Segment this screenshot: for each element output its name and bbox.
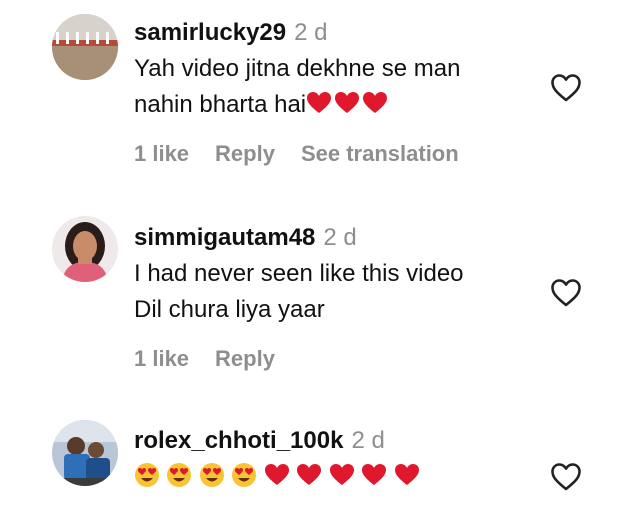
like-heart-icon[interactable] (550, 462, 582, 492)
red-heart-emoji (306, 90, 332, 116)
comment-line: nahin bharta hai (134, 87, 554, 123)
avatar[interactable] (52, 420, 118, 486)
reply-button[interactable]: Reply (215, 141, 275, 166)
timestamp: 2 d (351, 427, 385, 454)
username[interactable]: rolex_chhoti_100k (134, 427, 343, 454)
comment-text: I had never seen like this video Dil chu… (134, 256, 554, 328)
comment-line: I had never seen like this video (134, 260, 464, 287)
comment-text: Yah video jitna dekhne se man nahin bhar… (134, 51, 554, 123)
red-heart-emoji (361, 462, 387, 488)
heart-eyes-emoji (231, 462, 257, 488)
comment-emoji-text (134, 462, 554, 498)
like-count[interactable]: 1 like (134, 141, 189, 166)
like-heart-icon[interactable] (550, 278, 582, 308)
like-count[interactable]: 1 like (134, 346, 189, 371)
comment-line: Yah video jitna dekhne se man (134, 55, 461, 82)
timestamp: 2 d (294, 19, 328, 46)
reply-button[interactable]: Reply (215, 346, 275, 371)
avatar[interactable] (52, 14, 118, 80)
timestamp: 2 d (323, 224, 357, 251)
red-heart-emoji (329, 462, 355, 488)
avatar[interactable] (52, 216, 118, 282)
comment-line: Dil chura liya yaar (134, 296, 325, 323)
red-heart-emoji (264, 462, 290, 488)
red-heart-emoji (334, 90, 360, 116)
heart-eyes-emoji (134, 462, 160, 488)
red-heart-emoji (362, 90, 388, 116)
red-heart-emoji (296, 462, 322, 488)
like-heart-icon[interactable] (550, 73, 582, 103)
heart-eyes-emoji (199, 462, 225, 488)
username[interactable]: samirlucky29 (134, 19, 286, 46)
see-translation-button[interactable]: See translation (301, 141, 459, 166)
comment-line-text: nahin bharta hai (134, 91, 307, 118)
username[interactable]: simmigautam48 (134, 224, 315, 251)
heart-eyes-emoji (166, 462, 192, 488)
red-heart-emoji (394, 462, 420, 488)
